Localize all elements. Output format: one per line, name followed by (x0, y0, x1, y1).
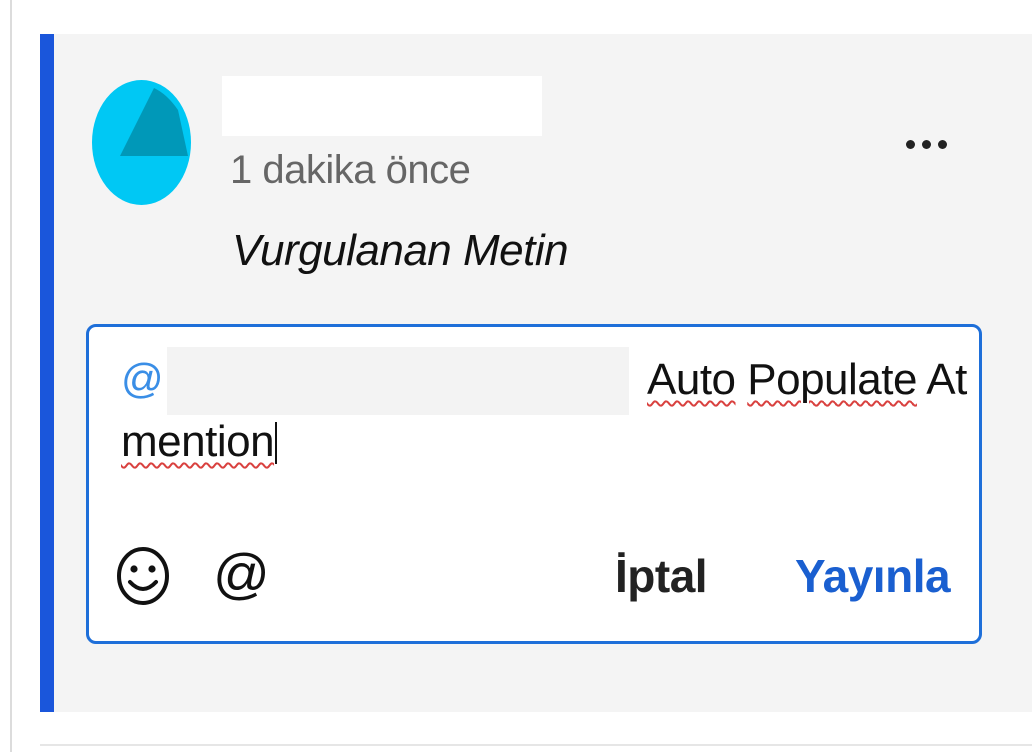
comment-panel: 1 dakika önce Vurgulanan Metin @ Auto Po… (0, 0, 1032, 752)
emoji-button[interactable] (115, 545, 171, 607)
mention-button[interactable]: @ (213, 543, 270, 605)
publish-button[interactable]: Yayınla (795, 549, 951, 603)
reply-editor: @ Auto Populate At mention @ İptal Yayın… (86, 324, 982, 644)
reply-text-line2: mention (121, 417, 278, 467)
panel-divider (10, 0, 12, 752)
reply-word-at: At (926, 355, 967, 404)
reply-word-mention: mention (121, 417, 275, 466)
comment-timestamp: 1 dakika önce (230, 148, 471, 192)
mention-at-sign: @ (121, 355, 164, 402)
selected-accent-bar (40, 34, 54, 712)
smiley-icon (117, 547, 169, 605)
comment-card: 1 dakika önce Vurgulanan Metin @ Auto Po… (40, 34, 1032, 712)
reply-text-line1: Auto Populate At (647, 355, 967, 405)
avatar-image (92, 80, 191, 205)
reply-word-auto: Auto (647, 355, 736, 404)
author-name-redacted (222, 76, 542, 136)
text-caret (275, 422, 278, 464)
reply-input[interactable]: @ Auto Populate At mention (119, 347, 967, 487)
avatar (92, 80, 191, 205)
mention-chip-redacted (167, 347, 629, 415)
at-sign-icon: @ (213, 542, 270, 605)
reply-word-populate: Populate (747, 355, 917, 404)
cancel-button[interactable]: İptal (615, 549, 708, 603)
highlighted-text: Vurgulanan Metin (232, 226, 569, 275)
more-options-button[interactable] (898, 124, 958, 164)
bottom-divider (40, 744, 1032, 746)
